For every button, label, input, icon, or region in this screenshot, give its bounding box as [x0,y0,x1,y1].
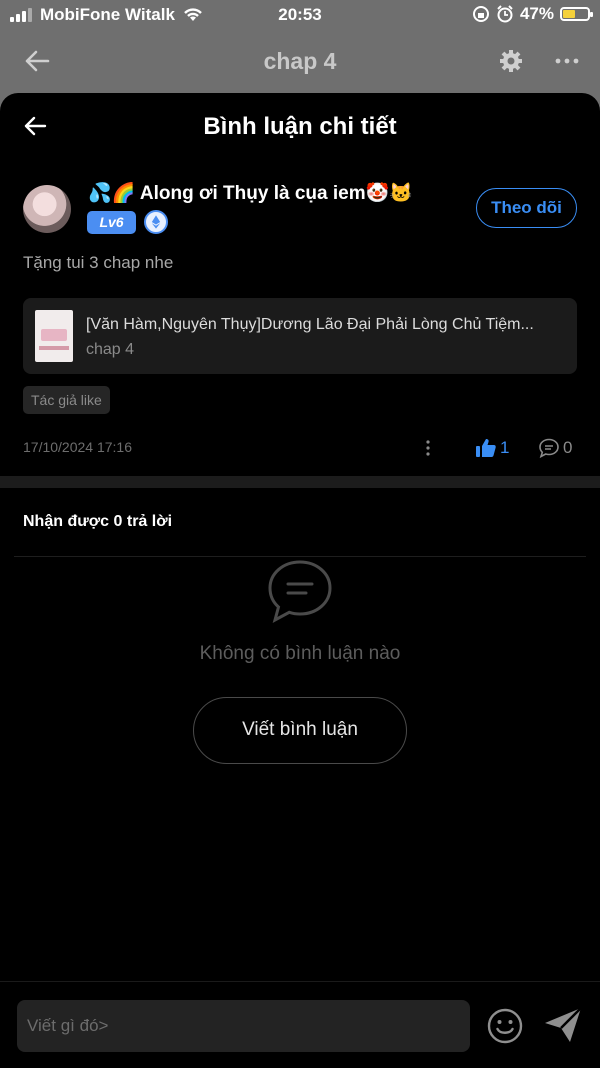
comment-meta-row: 17/10/2024 17:16 1 0 [23,435,577,461]
sheet-title: Bình luận chi tiết [203,113,397,140]
reply-count: 0 [563,438,573,457]
username[interactable]: 💦🌈 Along ơi Thụy là cụa iem🤡🐱 [88,181,413,205]
replies-header: Nhận được 0 trả lời [23,513,173,530]
sheet-header: Bình luận chi tiết [0,93,600,159]
chapter-card[interactable]: [Văn Hàm,Nguyên Thụy]Dương Lão Đại Phải … [23,298,577,374]
comment-bubble-icon[interactable] [538,437,560,459]
more-options-icon[interactable] [554,48,580,74]
send-icon[interactable] [543,1006,583,1044]
battery-icon [560,7,593,21]
status-bar: MobiFone Witalk 20:53 47% [0,0,600,32]
divider [14,556,586,557]
comment-detail-sheet: Bình luận chi tiết 💦🌈 Along ơi Thụy là c… [0,93,600,1068]
chapter-thumbnail [35,310,73,362]
follow-button[interactable]: Theo dõi [476,188,577,228]
avatar[interactable] [23,185,71,233]
gear-icon[interactable] [498,48,524,74]
empty-comment-icon [268,560,332,623]
write-comment-button[interactable]: Viết bình luận [193,697,407,764]
chapter-subtitle: chap 4 [86,341,135,358]
battery-percent: 47% [519,4,554,23]
emoji-icon[interactable] [487,1008,523,1044]
comment-input-bar: Viết gì đó> [0,981,600,1068]
section-divider [0,476,600,488]
author-like-tag: Tác giả like [23,386,110,414]
status-right-group: 47% [472,4,593,24]
empty-state-text: Không có bình luận nào [199,643,401,664]
diamond-badge-icon [144,210,168,234]
thumbs-up-icon[interactable] [475,437,497,459]
like-count: 1 [500,438,510,457]
comment-date: 17/10/2024 17:16 [23,439,132,455]
rotation-lock-icon [472,6,489,22]
alarm-icon [497,5,513,23]
underlying-nav-bar: chap 4 [0,32,600,90]
more-vertical-icon[interactable] [418,438,438,458]
chapter-title: [Văn Hàm,Nguyên Thụy]Dương Lão Đại Phải … [86,316,534,333]
level-badge: Lv6 [87,211,136,234]
comment-input[interactable]: Viết gì đó> [17,1000,470,1052]
comment-text: Tặng tui 3 chap nhe [23,253,174,272]
